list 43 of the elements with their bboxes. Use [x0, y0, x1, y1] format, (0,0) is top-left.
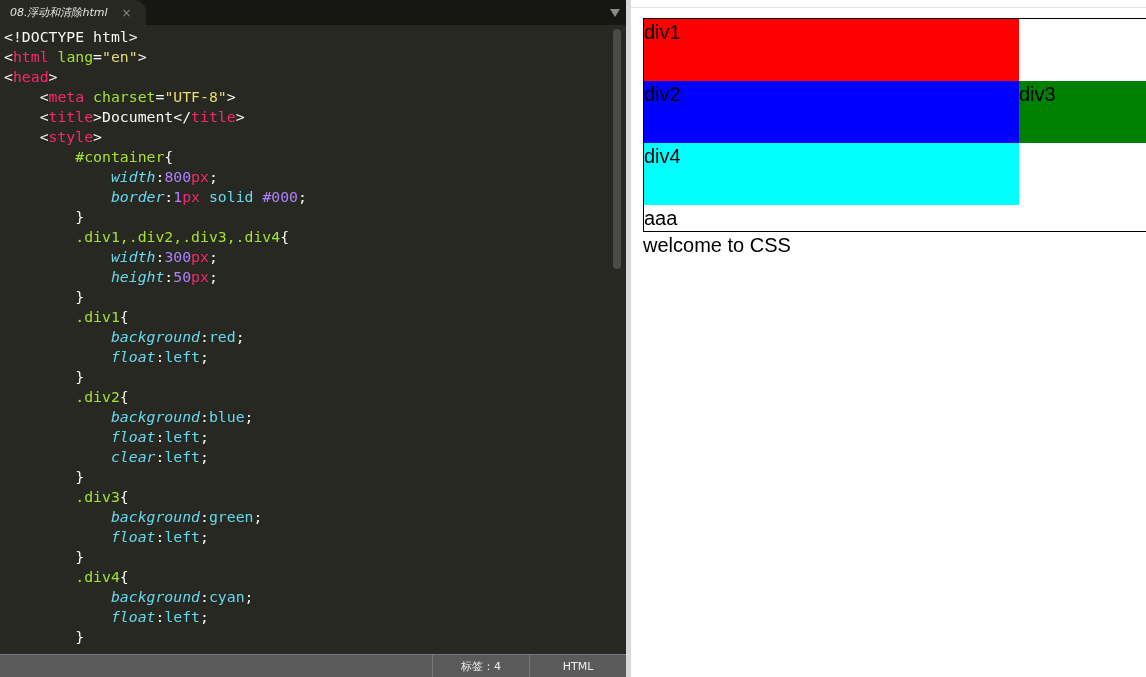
file-tab[interactable]: 08.浮动和清除html ×: [0, 0, 146, 25]
code-line: <head>: [4, 67, 58, 87]
scrollbar-thumb[interactable]: [613, 29, 621, 269]
code-line: clear:left;: [109, 447, 209, 467]
code-line: .div2{: [74, 387, 129, 407]
code-line: border:1px solid #000;: [109, 187, 307, 207]
code-line: float:left;: [109, 527, 209, 547]
code-line: }: [74, 287, 85, 307]
code-line: }: [74, 547, 85, 567]
block-label: div1: [644, 21, 681, 43]
code-line: background:green;: [109, 507, 263, 527]
code-line: float:left;: [109, 607, 209, 627]
code-line: #container{: [74, 147, 174, 167]
code-line: float:left;: [109, 427, 209, 447]
code-line: }: [74, 627, 85, 647]
code-line: <style>: [38, 127, 102, 147]
code-line: .div3{: [74, 487, 129, 507]
code-line: .div1,.div2,.div3,.div4{: [74, 227, 290, 247]
close-icon[interactable]: ×: [121, 5, 132, 20]
code-line: width:300px;: [109, 247, 218, 267]
code-line: .div1{: [74, 307, 129, 327]
code-line: <meta charset="UTF-8">: [38, 87, 236, 107]
code-line: .div4{: [74, 567, 129, 587]
block-label: div4: [644, 145, 681, 167]
code-line: }: [74, 467, 85, 487]
status-text: 标签：4: [461, 658, 501, 674]
code-line: background:blue;: [109, 407, 254, 427]
code-line: <!DOCTYPE html>: [4, 27, 138, 47]
code-line: <title>Document</title>: [38, 107, 245, 127]
code-line: }: [74, 367, 85, 387]
code-line: width:800px;: [109, 167, 218, 187]
container-text: aaa: [644, 207, 678, 229]
code-line: <html lang="en">: [4, 47, 147, 67]
block-label: div2: [644, 83, 681, 105]
code-line: float:left;: [109, 347, 209, 367]
code-line: background:red;: [109, 327, 245, 347]
status-text: HTML: [562, 659, 594, 673]
block-label: div3: [1019, 83, 1056, 105]
dropdown-icon[interactable]: [610, 8, 620, 17]
code-line: height:50px;: [109, 267, 218, 287]
code-line: }: [74, 207, 85, 227]
page-text: welcome to CSS: [643, 234, 791, 256]
code-line: background:cyan;: [109, 587, 254, 607]
